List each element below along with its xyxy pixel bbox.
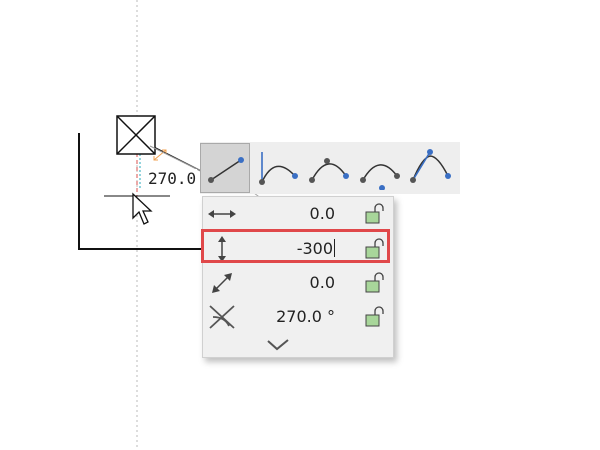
angle-icon [206,303,238,331]
length-value-field[interactable]: 0.0 [310,273,335,292]
sketch-toolbar [200,142,460,194]
input-row-angle[interactable]: 270.0 ° [203,300,393,334]
input-row-horizontal[interactable]: 0.0 [203,197,393,231]
angle-value-field[interactable]: 270.0 ° [276,307,335,326]
three-point-arc-tool-button[interactable] [303,143,354,193]
line-tool-button[interactable] [200,143,250,193]
spline-tool-button[interactable] [405,143,456,193]
tangent-arc-icon [258,152,298,185]
unlock-icon[interactable] [364,203,388,225]
start-point-marker-icon[interactable] [116,115,156,155]
orange-dimension-marker [153,149,167,161]
diagonal-arrow-icon [206,269,238,297]
checkmark-icon[interactable] [265,336,291,354]
dimension-input-panel: 0.0 -300 0.0 270.0 ° [202,196,394,358]
mouse-pointer-icon [132,192,153,225]
active-field-highlight [201,229,390,263]
unlock-icon[interactable] [364,272,388,294]
tangent-arc-tool-button[interactable] [252,143,303,193]
three-point-arc-icon [308,158,349,183]
line-icon [208,157,244,183]
dimension-label: 270.0 [147,169,198,189]
center-arc-icon [359,164,400,190]
input-row-length[interactable]: 0.0 [203,266,393,300]
center-arc-tool-button[interactable] [354,143,405,193]
spline-icon [409,149,451,183]
horizontal-value-field[interactable]: 0.0 [310,204,335,223]
unlock-icon[interactable] [364,306,388,328]
horizontal-arrow-icon [206,200,238,228]
